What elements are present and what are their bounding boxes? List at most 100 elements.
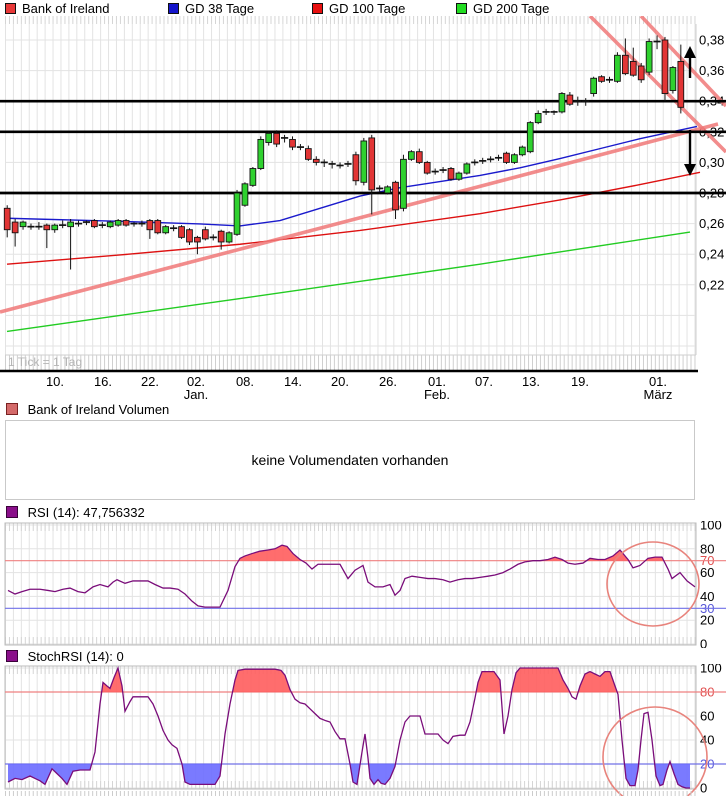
date-axis-label: 16. <box>94 374 112 389</box>
price-axis-label: 0,26 <box>699 216 724 231</box>
candle-body <box>408 152 414 160</box>
candlestick <box>662 37 668 101</box>
legend-swatch-icon <box>5 3 16 14</box>
candlestick <box>242 182 248 206</box>
rsi-legend-icon <box>6 506 18 518</box>
oversold-fill <box>182 764 221 784</box>
candle-body <box>567 95 573 104</box>
candlestick <box>130 222 137 227</box>
indicator-axis-label: 0 <box>700 781 707 796</box>
candle-body <box>305 149 311 160</box>
candle-body <box>448 169 454 180</box>
candlestick <box>550 110 557 115</box>
date-axis-sublabel: März <box>644 387 673 400</box>
legend-item-3: GD 200 Tage <box>456 1 549 15</box>
rsi-header: RSI (14): 47,756332 <box>6 505 145 520</box>
candle-body <box>250 169 256 186</box>
candle-body <box>678 61 684 107</box>
candlestick <box>646 38 652 75</box>
date-axis-label: 08. <box>236 374 254 389</box>
candlestick <box>408 150 414 161</box>
legend-swatch-icon <box>312 3 323 14</box>
legend-label: GD 100 Tage <box>329 1 405 16</box>
date-axis-label: 20. <box>331 374 349 389</box>
candlestick <box>574 97 581 106</box>
price-axis-label: 0,38 <box>699 33 724 48</box>
candle-body <box>44 225 50 230</box>
candlestick <box>582 98 589 106</box>
candlestick <box>543 109 550 115</box>
candle-body <box>662 40 668 94</box>
price-axis-label: 0,24 <box>699 247 724 262</box>
candle-body <box>187 230 193 242</box>
price-chart: 0,380,360,340,320,300,280,260,240,221 Ti… <box>0 16 726 400</box>
candle-body <box>424 162 430 173</box>
candle-body <box>218 231 224 242</box>
candle-body <box>179 227 185 238</box>
candle-body <box>155 221 161 233</box>
candlestick <box>479 158 486 164</box>
candle-body <box>258 139 264 168</box>
indicator-axis-label: 0 <box>700 637 707 649</box>
candle-body <box>202 230 208 239</box>
price-axis-label: 0,30 <box>699 155 724 170</box>
legend-item-0: Bank of Ireland <box>5 1 109 15</box>
candle-body <box>68 222 74 227</box>
candlestick <box>638 63 644 83</box>
candlestick <box>123 219 129 227</box>
legend-label: GD 38 Tage <box>185 1 254 16</box>
candlestick <box>210 234 217 240</box>
candlestick <box>59 221 66 229</box>
indicator-axis-label: 100 <box>700 521 722 533</box>
candlestick <box>107 221 113 229</box>
legend-label: Bank of Ireland <box>22 1 109 16</box>
oversold-fill <box>671 764 690 788</box>
candle-body <box>464 164 470 173</box>
price-chart-legend: Bank of Ireland GD 38 Tage GD 100 Tage GD 2… <box>0 1 726 16</box>
candle-body <box>4 208 10 229</box>
candlestick <box>91 219 97 228</box>
candle-body <box>599 77 605 82</box>
candlestick <box>401 155 407 212</box>
candlestick <box>361 138 367 185</box>
candle-body <box>535 113 541 122</box>
candlestick <box>512 153 518 164</box>
candle-body <box>242 184 248 205</box>
candle-body <box>195 237 201 242</box>
candle-body <box>353 155 359 181</box>
date-axis-label: 26. <box>379 374 397 389</box>
legend-swatch-icon <box>456 3 467 14</box>
candlestick <box>559 92 565 113</box>
annotation-circle <box>607 542 699 626</box>
moving-average-line-0 <box>7 126 697 225</box>
candle-body <box>20 222 26 227</box>
candle-body <box>123 221 129 226</box>
candlestick <box>670 66 676 94</box>
candlestick <box>591 77 597 97</box>
candle-body <box>559 94 565 112</box>
stochrsi-header: StochRSI (14): 0 <box>6 649 124 664</box>
stochrsi-legend-icon <box>6 650 18 662</box>
candle-body <box>385 187 391 193</box>
candlestick <box>99 222 106 228</box>
candle-body <box>591 78 597 93</box>
volume-empty-box: keine Volumendaten vorhanden <box>5 420 695 500</box>
date-axis-sublabel: Feb. <box>424 387 450 400</box>
overbought-fill <box>512 668 570 692</box>
candle-body <box>670 68 676 91</box>
candle-body <box>393 182 399 210</box>
candlestick <box>439 167 446 173</box>
candle-body <box>163 227 169 233</box>
candlestick <box>385 185 391 194</box>
date-axis-label: 10. <box>46 374 64 389</box>
candlestick <box>226 231 232 243</box>
candlestick <box>432 169 439 175</box>
candlestick <box>179 225 185 239</box>
candlestick <box>471 159 478 165</box>
candlestick <box>344 161 351 167</box>
candle-body <box>266 133 272 142</box>
stochrsi-panel: 100806040200 <box>0 664 726 796</box>
indicator-axis-label: 60 <box>700 709 714 724</box>
date-axis-label: 07. <box>475 374 493 389</box>
candle-body <box>527 123 533 152</box>
